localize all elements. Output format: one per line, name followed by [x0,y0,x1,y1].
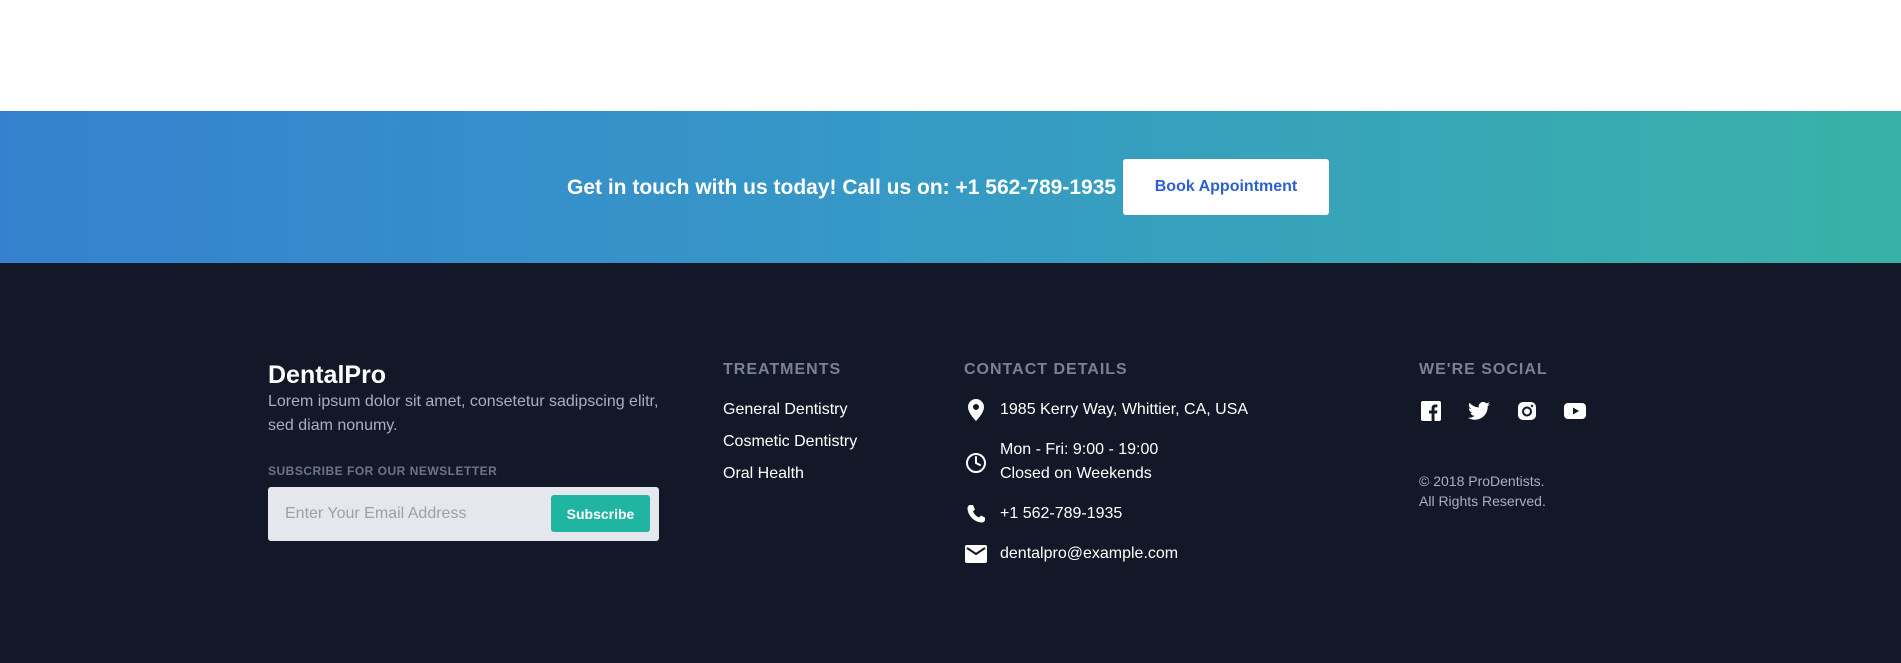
newsletter-email-input[interactable] [280,497,540,531]
footer [0,263,1901,663]
phone-icon [964,502,988,526]
contact-email: dentalpro@example.com [1000,545,1179,562]
contact-heading: CONTACT DETAILS [964,361,1128,378]
facebook-icon[interactable] [1419,399,1443,423]
book-appointment-button[interactable]: Book Appointment [1123,159,1329,215]
contact-phone: +1 562-789-1935 [1000,505,1123,522]
location-pin-icon [964,398,988,422]
subscribe-button[interactable]: Subscribe [551,495,650,532]
treatment-link-cosmetic-dentistry[interactable]: Cosmetic Dentistry [723,432,857,452]
treatment-link-oral-health[interactable]: Oral Health [723,464,804,484]
cta-text: Get in touch with us today! Call us on: … [567,176,1117,199]
copyright: © 2018 ProDentists. All Rights Reserved. [1419,471,1546,511]
copyright-line-2: All Rights Reserved. [1419,493,1546,509]
contact-hours-weekends: Closed on Weekends [1000,465,1152,482]
page-top-area [0,0,1901,111]
twitter-icon[interactable] [1467,399,1491,423]
treatments-heading: TREATMENTS [723,361,842,378]
brand-description: Lorem ipsum dolor sit amet, consetetur s… [268,393,659,434]
social-heading: WE'RE SOCIAL [1419,361,1548,378]
envelope-icon [964,542,988,566]
contact-address: 1985 Kerry Way, Whittier, CA, USA [1000,401,1249,418]
copyright-line-1: © 2018 ProDentists. [1419,473,1545,489]
youtube-icon[interactable] [1563,399,1587,423]
newsletter-form: Subscribe [268,487,659,541]
instagram-icon[interactable] [1515,399,1539,423]
treatment-link-general-dentistry[interactable]: General Dentistry [723,400,848,420]
clock-icon [964,451,988,475]
brand-name: DentalPro [268,361,387,389]
newsletter-label: SUBSCRIBE FOR OUR NEWSLETTER [268,464,498,478]
contact-hours-weekdays: Mon - Fri: 9:00 - 19:00 [1000,441,1159,458]
